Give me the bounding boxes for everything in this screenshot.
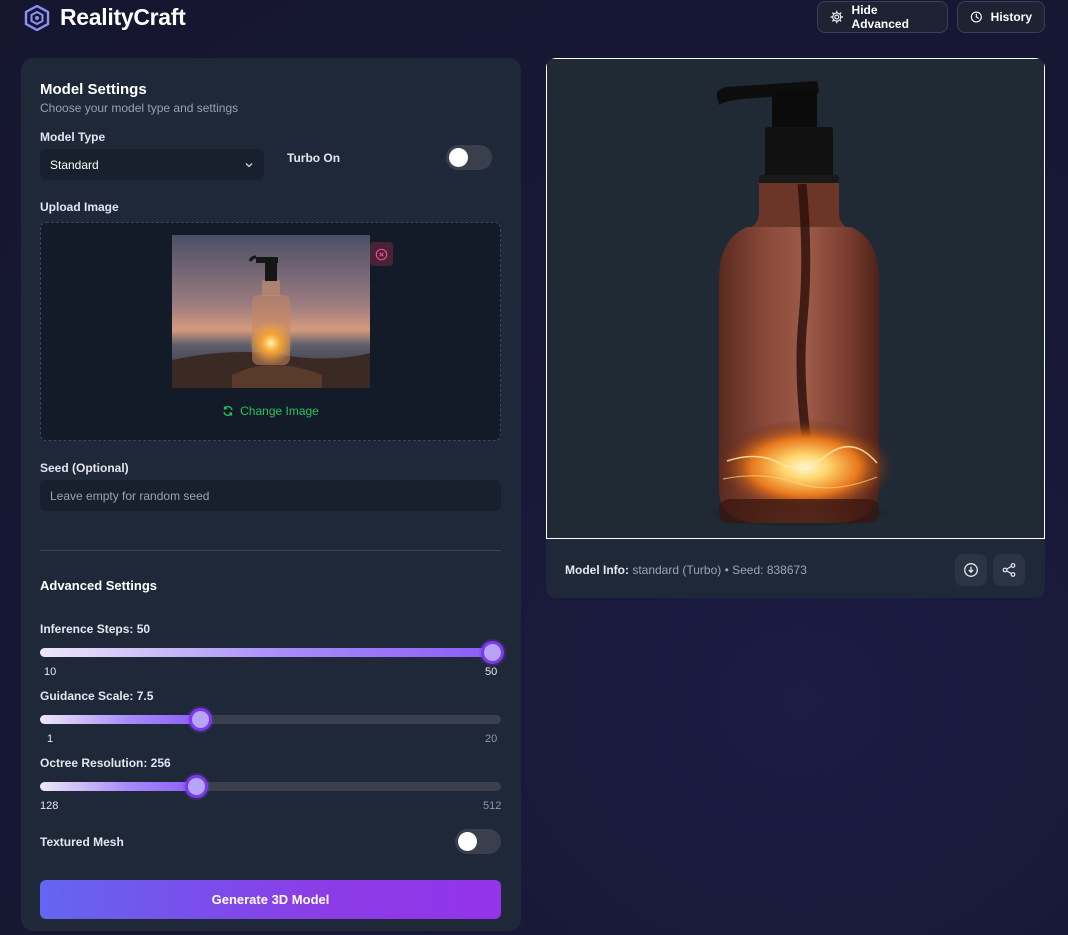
uploaded-image-thumbnail: [172, 235, 370, 388]
panel-title: Model Settings: [40, 81, 147, 98]
panel-subtitle: Choose your model type and settings: [40, 101, 239, 115]
app-title: RealityCraft: [60, 4, 186, 30]
app-logo: RealityCraft: [24, 4, 186, 31]
model-type-select[interactable]: Standard: [40, 149, 264, 180]
3d-model-viewer[interactable]: [546, 58, 1045, 539]
upload-label: Upload Image: [40, 200, 119, 214]
slider-thumb[interactable]: [185, 775, 208, 798]
upload-dropzone[interactable]: Change Image: [40, 222, 501, 441]
hide-advanced-button[interactable]: Hide Advanced: [817, 1, 948, 33]
download-icon: [964, 563, 978, 577]
guidance-scale-slider[interactable]: [40, 708, 501, 731]
slider-fill: [40, 648, 492, 657]
textured-mesh-label: Textured Mesh: [40, 835, 124, 849]
change-image-button[interactable]: Change Image: [41, 404, 500, 418]
model-type-value: Standard: [50, 157, 99, 172]
model-info: Model Info: standard (Turbo) • Seed: 838…: [565, 563, 807, 577]
cube-logo-icon: [24, 4, 50, 31]
refresh-icon: [223, 406, 233, 416]
model-settings-panel: Model Settings Choose your model type an…: [21, 58, 521, 931]
slider-thumb[interactable]: [481, 641, 504, 664]
slider-thumb[interactable]: [189, 708, 212, 731]
slider-fill: [40, 715, 202, 724]
inference-steps-min: 10: [44, 666, 57, 678]
seed-label: Seed (Optional): [40, 461, 129, 475]
model-type-label: Model Type: [40, 130, 106, 144]
octree-resolution-max: 512: [483, 800, 502, 812]
guidance-scale-min: 1: [47, 733, 54, 745]
remove-image-button[interactable]: [370, 242, 393, 266]
textured-mesh-toggle[interactable]: [455, 829, 501, 854]
close-circle-icon: [375, 248, 388, 260]
octree-resolution-slider[interactable]: [40, 775, 501, 798]
seed-input[interactable]: [40, 480, 501, 511]
inference-steps-slider[interactable]: [40, 641, 504, 664]
section-divider: [40, 550, 501, 551]
guidance-scale-label: Guidance Scale: 7.5: [40, 689, 154, 703]
toggle-knob: [449, 148, 468, 167]
inference-steps-max: 50: [485, 666, 498, 678]
inference-steps-label: Inference Steps: 50: [40, 622, 151, 636]
share-button[interactable]: [993, 554, 1025, 586]
generate-3d-model-button[interactable]: Generate 3D Model: [40, 880, 501, 919]
share-icon: [1002, 563, 1016, 577]
clock-icon: [970, 11, 982, 23]
octree-resolution-label: Octree Resolution: 256: [40, 756, 171, 770]
octree-resolution-min: 128: [40, 800, 59, 812]
model-info-label: Model Info:: [565, 563, 629, 577]
change-image-label: Change Image: [240, 404, 319, 418]
download-button[interactable]: [955, 554, 987, 586]
guidance-scale-max: 20: [485, 733, 498, 745]
3d-model-render: [704, 81, 895, 528]
model-info-value: standard (Turbo) • Seed: 838673: [632, 563, 807, 577]
history-button[interactable]: History: [957, 1, 1045, 33]
toggle-knob: [458, 832, 477, 851]
turbo-toggle[interactable]: [446, 145, 492, 170]
gear-icon: [830, 10, 844, 24]
slider-fill: [40, 782, 198, 791]
result-panel: Model Info: standard (Turbo) • Seed: 838…: [546, 58, 1045, 598]
turbo-label: Turbo On: [287, 151, 341, 165]
chevron-down-icon: [245, 162, 253, 167]
history-label: History: [990, 10, 1032, 24]
hide-advanced-label: Hide Advanced: [851, 3, 909, 31]
advanced-settings-title: Advanced Settings: [40, 578, 158, 593]
